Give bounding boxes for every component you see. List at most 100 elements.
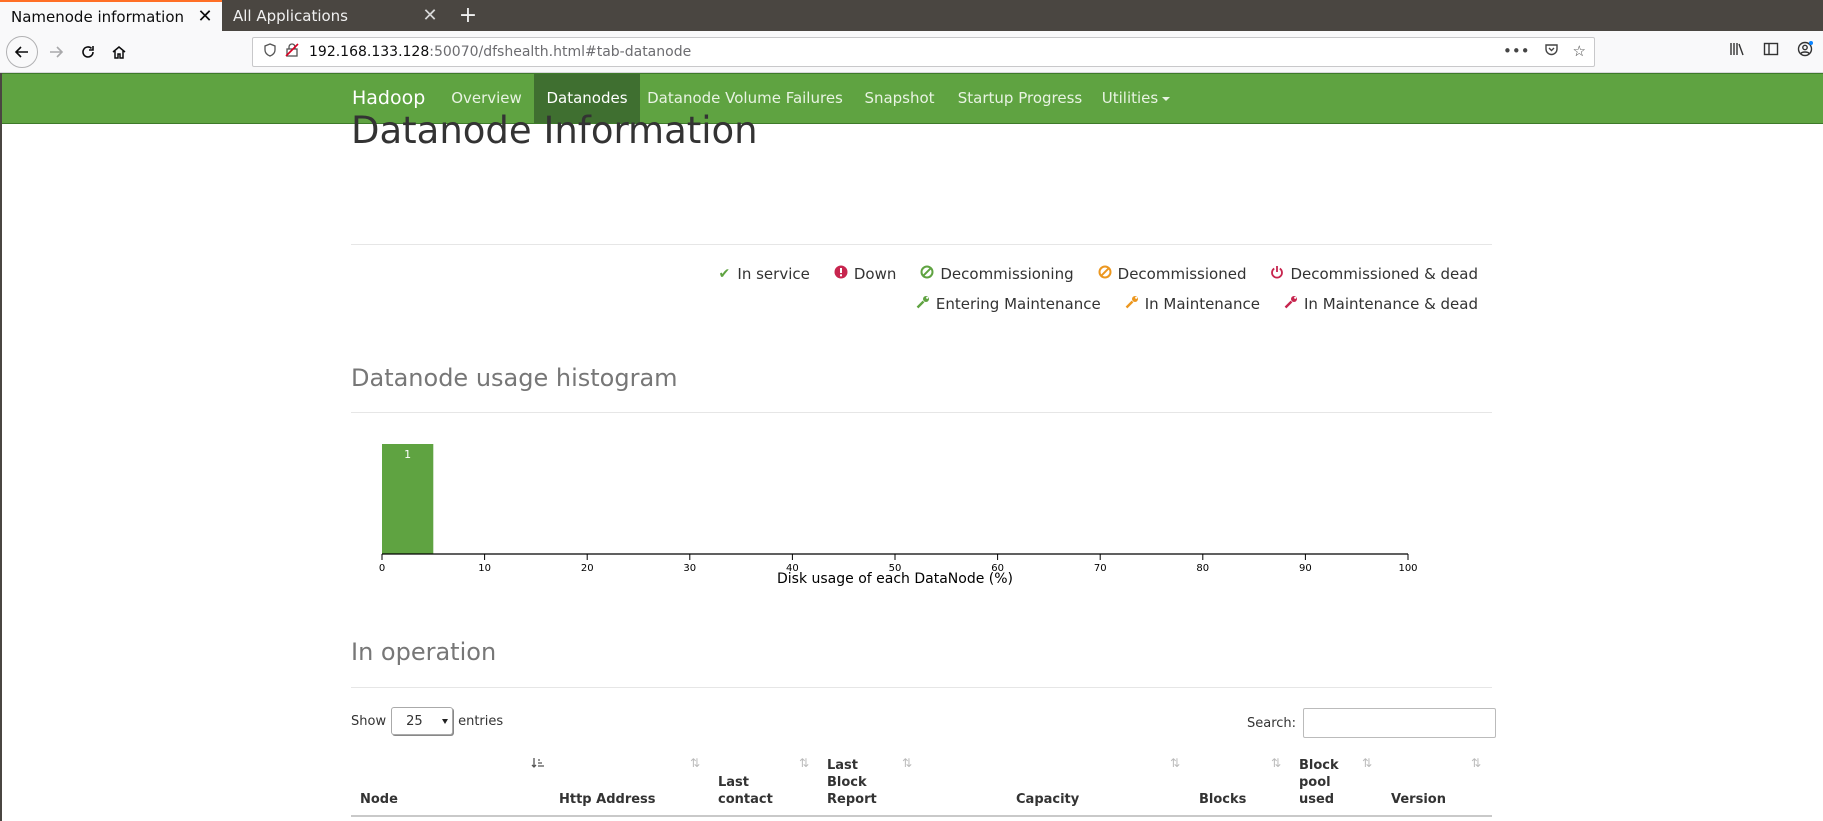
search-input[interactable] [1303, 708, 1497, 738]
nav-utilities[interactable]: Utilities [1091, 74, 1181, 123]
nav-snapshot[interactable]: Snapshot [850, 74, 949, 123]
legend-label: In service [737, 265, 810, 283]
x-tick-label: 100 [1398, 563, 1417, 574]
legend-label: Decommissioned & dead [1290, 265, 1478, 283]
wrench-icon [1125, 295, 1139, 313]
url-path: :50070/dfshealth.html#tab-datanode [429, 44, 692, 60]
table-header-rule [351, 815, 1492, 817]
entries-value: 25 [406, 713, 423, 729]
legend-entering-maintenance: Entering Maintenance [916, 295, 1101, 313]
column-header-node[interactable]: Node [360, 791, 398, 808]
url-bar[interactable]: 192.168.133.128:50070/dfshealth.html#tab… [252, 37, 1595, 67]
sort-both-icon[interactable]: ⇅ [1362, 756, 1372, 770]
x-tick-label: 30 [683, 563, 696, 574]
column-header-http-address[interactable]: Http Address [559, 791, 656, 808]
legend-label: Decommissioned [1117, 265, 1247, 283]
account-icon[interactable] [1797, 41, 1813, 61]
bar-data-label: 1 [404, 448, 411, 461]
legend-label: Entering Maintenance [935, 295, 1101, 313]
ban-icon [920, 265, 934, 283]
caret-down-icon [1162, 96, 1171, 101]
close-icon[interactable]: ✕ [413, 5, 447, 26]
divider [351, 244, 1492, 245]
wrench-icon [1284, 295, 1298, 313]
divider [351, 412, 1492, 413]
sort-both-icon[interactable]: ⇅ [1471, 756, 1481, 770]
legend-row-status: ✔ In service Down Decommissioning Decomm… [717, 265, 1478, 283]
toolbar-right [1729, 41, 1813, 61]
entries-control: Show 25 entries [351, 707, 503, 735]
legend-in-maintenance-dead: In Maintenance & dead [1284, 295, 1478, 313]
sort-both-icon[interactable]: ⇅ [1170, 756, 1180, 770]
sort-both-icon[interactable]: ⇅ [902, 756, 912, 770]
power-icon [1270, 265, 1284, 283]
check-icon: ✔ [718, 266, 731, 282]
x-tick-label: 10 [478, 563, 491, 574]
bookmark-star-icon[interactable]: ☆ [1573, 42, 1586, 61]
nav-startup-progress[interactable]: Startup Progress [949, 74, 1091, 123]
legend-decommissioned: Decommissioned [1098, 265, 1247, 283]
x-tick-label: 70 [1094, 563, 1107, 574]
legend-row-maintenance: Entering Maintenance In Maintenance In M… [916, 295, 1478, 313]
column-header-blocks[interactable]: Blocks [1199, 791, 1246, 808]
column-header-last-block-report[interactable]: Last Block Report [827, 757, 887, 808]
tab-namenode-information[interactable]: Namenode information ✕ [0, 0, 222, 31]
forward-arrow-icon[interactable] [40, 36, 72, 68]
browser-tab-bar: Namenode information ✕ All Applications … [0, 0, 1823, 31]
tab-title: Namenode information [11, 7, 185, 26]
legend-label: Decommissioning [940, 265, 1074, 283]
operation-heading: In operation [351, 638, 497, 666]
column-header-last-contact[interactable]: Last contact [718, 774, 788, 808]
url-actions: ••• ☆ [1503, 42, 1586, 61]
histogram-heading: Datanode usage histogram [351, 364, 678, 392]
reload-icon[interactable] [72, 36, 104, 68]
entries-label: entries [458, 713, 504, 729]
tab-all-applications[interactable]: All Applications ✕ [222, 0, 447, 31]
x-tick-label: 20 [581, 563, 594, 574]
legend-down: Down [834, 265, 897, 283]
x-axis-title: Disk usage of each DataNode (%) [777, 571, 1013, 587]
shield-icon[interactable] [259, 43, 281, 61]
x-tick-label: 90 [1299, 563, 1312, 574]
chevron-down-icon [442, 719, 449, 724]
browser-toolbar: 192.168.133.128:50070/dfshealth.html#tab… [0, 31, 1823, 73]
sidebar-icon[interactable] [1763, 41, 1779, 61]
library-icon[interactable] [1729, 41, 1745, 61]
back-arrow-icon[interactable] [6, 36, 38, 68]
x-tick-label: 80 [1196, 563, 1209, 574]
pocket-icon[interactable] [1544, 42, 1559, 61]
column-header-version[interactable]: Version [1391, 791, 1446, 808]
column-header-block-pool-used[interactable]: Block pool used [1299, 757, 1351, 808]
wrench-icon [916, 295, 930, 313]
legend-decommissioned-dead: Decommissioned & dead [1270, 265, 1478, 283]
legend-label: In Maintenance [1144, 295, 1260, 313]
new-tab-button[interactable]: + [452, 0, 484, 31]
column-header-capacity[interactable]: Capacity [1016, 791, 1079, 808]
close-icon[interactable]: ✕ [188, 6, 222, 27]
divider [351, 687, 1492, 688]
legend-label: Down [853, 265, 897, 283]
more-actions-icon[interactable]: ••• [1503, 42, 1530, 61]
home-icon[interactable] [103, 36, 135, 68]
sort-asc-icon[interactable] [531, 757, 545, 772]
hadoop-navbar: Hadoop Overview Datanodes Datanode Volum… [2, 73, 1823, 124]
table-search: Search: [1247, 708, 1497, 738]
legend-in-service: ✔ In service [717, 265, 810, 283]
show-label: Show [351, 713, 387, 729]
entries-select[interactable]: 25 [391, 707, 454, 735]
x-tick-label: 0 [379, 563, 385, 574]
legend-in-maintenance: In Maintenance [1125, 295, 1260, 313]
nav-utilities-label: Utilities [1101, 89, 1159, 107]
sort-both-icon[interactable]: ⇅ [690, 756, 700, 770]
sort-both-icon[interactable]: ⇅ [799, 756, 809, 770]
legend-decommissioning: Decommissioning [920, 265, 1074, 283]
ban-icon [1098, 265, 1112, 283]
search-label: Search: [1247, 715, 1297, 731]
url-host: 192.168.133.128 [309, 44, 430, 60]
legend-label: In Maintenance & dead [1304, 295, 1478, 313]
exclamation-circle-icon [834, 265, 848, 283]
tab-title: All Applications [233, 6, 348, 25]
insecure-lock-icon[interactable] [281, 43, 303, 61]
usage-histogram-chart: 10 10 20 30 40 50 60 70 80 90 100Disk usage of eac… [379, 444, 1418, 587]
sort-both-icon[interactable]: ⇅ [1271, 756, 1281, 770]
